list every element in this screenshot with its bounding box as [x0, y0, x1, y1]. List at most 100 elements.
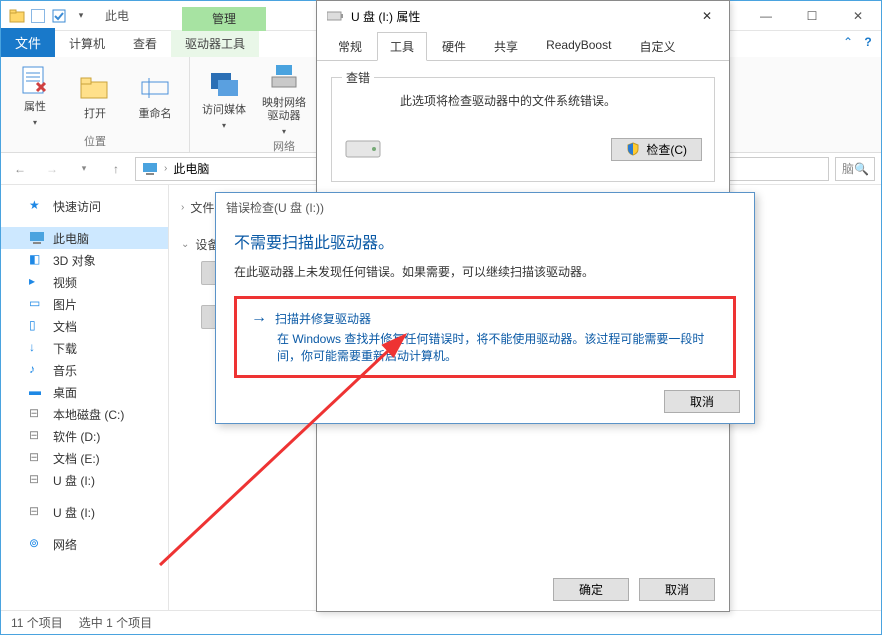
- maximize-button[interactable]: ☐: [789, 1, 835, 31]
- access-media-button[interactable]: 访问媒体 ▾: [200, 68, 248, 130]
- usb-drive-icon: ⊟: [29, 472, 45, 488]
- desktop-icon: ▬: [29, 384, 45, 400]
- nav-network[interactable]: ⊚网络: [1, 533, 168, 555]
- breadcrumb[interactable]: 此电脑: [173, 160, 209, 177]
- checking-description: 此选项将检查驱动器中的文件系统错误。: [400, 92, 702, 109]
- shield-icon: [626, 142, 640, 156]
- nav-pictures[interactable]: ▭图片: [1, 293, 168, 315]
- cancel-button[interactable]: 取消: [639, 578, 715, 601]
- chevron-down-icon: ▾: [222, 121, 226, 130]
- option-description: 在 Windows 查找并修复任何错误时，将不能使用驱动器。该过程可能需要一段时…: [277, 331, 719, 365]
- search-icon: 🔍: [854, 162, 869, 176]
- map-drive-button[interactable]: 映射网络 驱动器 ▾: [260, 61, 308, 136]
- nav-downloads[interactable]: ↓下载: [1, 337, 168, 359]
- tab-sharing[interactable]: 共享: [481, 32, 531, 61]
- cancel-button[interactable]: 取消: [664, 390, 740, 413]
- search-placeholder: 脑: [842, 160, 854, 177]
- chevron-down-icon: ⌄: [181, 239, 189, 250]
- nav-local-disk-c[interactable]: ⊟本地磁盘 (C:): [1, 403, 168, 425]
- chevron-down-icon: ▾: [282, 127, 286, 136]
- error-check-dialog: 错误检查(U 盘 (I:)) 不需要扫描此驱动器。 在此驱动器上未发现任何错误。…: [215, 192, 755, 424]
- window-controls: — ☐ ✕: [743, 1, 881, 31]
- star-icon: ★: [29, 198, 45, 214]
- properties-icon: [19, 65, 51, 97]
- navigation-pane: ★快速访问 此电脑 ◧3D 对象 ▸视频 ▭图片 ▯文档 ↓下载 ♪音乐 ▬桌面…: [1, 185, 169, 610]
- tab-readyboost[interactable]: ReadyBoost: [533, 32, 624, 61]
- drive-icon: [344, 135, 384, 163]
- ok-button[interactable]: 确定: [553, 578, 629, 601]
- tab-computer[interactable]: 计算机: [55, 30, 119, 57]
- drive-icon: ⊟: [29, 406, 45, 422]
- nav-udisk-i[interactable]: ⊟U 盘 (I:): [1, 469, 168, 491]
- qat-down-icon[interactable]: ▾: [73, 8, 89, 24]
- tab-general[interactable]: 常规: [325, 32, 375, 61]
- close-button[interactable]: ✕: [685, 1, 729, 31]
- nav-this-pc[interactable]: 此电脑: [1, 227, 168, 249]
- nav-3d-objects[interactable]: ◧3D 对象: [1, 249, 168, 271]
- cube-icon: ◧: [29, 252, 45, 268]
- up-button[interactable]: ↑: [103, 156, 129, 182]
- downloads-icon: ↓: [29, 340, 45, 356]
- dialog-message: 在此驱动器上未发现任何错误。如果需要，可以继续扫描该驱动器。: [234, 263, 736, 280]
- music-icon: ♪: [29, 362, 45, 378]
- nav-documents[interactable]: ▯文档: [1, 315, 168, 337]
- chevron-right-icon: ›: [181, 202, 184, 213]
- folder-open-icon: [79, 72, 111, 104]
- usb-drive-icon: [327, 10, 343, 22]
- tab-custom[interactable]: 自定义: [626, 32, 688, 61]
- nav-software-d[interactable]: ⊟软件 (D:): [1, 425, 168, 447]
- pc-icon: [29, 230, 45, 246]
- quick-access-toolbar: ▾: [1, 8, 97, 24]
- window-title: 此电: [105, 7, 129, 24]
- tab-tools[interactable]: 工具: [377, 32, 427, 61]
- file-tab[interactable]: 文件: [1, 28, 55, 57]
- scan-repair-option[interactable]: → 扫描并修复驱动器 在 Windows 查找并修复任何错误时，将不能使用驱动器…: [234, 296, 736, 378]
- breadcrumb-chevron-icon[interactable]: ›: [164, 163, 167, 174]
- tab-view[interactable]: 查看: [119, 30, 171, 57]
- dialog-title: U 盘 (I:) 属性: [351, 8, 420, 25]
- back-button[interactable]: ←: [7, 156, 33, 182]
- ribbon-help: ⌃ ?: [839, 35, 877, 49]
- forward-button[interactable]: →: [39, 156, 65, 182]
- explorer-icon: [9, 8, 25, 24]
- dialog-titlebar[interactable]: 错误检查(U 盘 (I:)): [216, 193, 754, 221]
- pc-icon: [142, 161, 158, 177]
- check-button[interactable]: 检查(C): [611, 138, 702, 161]
- dialog-title: 错误检查(U 盘 (I:)): [226, 199, 324, 216]
- dialog-heading: 不需要扫描此驱动器。: [234, 229, 736, 253]
- rename-icon: [139, 72, 171, 104]
- close-button[interactable]: ✕: [835, 1, 881, 31]
- nav-documents-e[interactable]: ⊟文档 (E:): [1, 447, 168, 469]
- status-bar: 11 个项目 选中 1 个项目: [1, 610, 881, 634]
- nav-desktop[interactable]: ▬桌面: [1, 381, 168, 403]
- minimize-button[interactable]: —: [743, 1, 789, 31]
- media-icon: [208, 68, 240, 100]
- tab-drive-tools[interactable]: 驱动器工具: [171, 30, 259, 57]
- dialog-titlebar[interactable]: U 盘 (I:) 属性 ✕: [317, 1, 729, 31]
- map-drive-icon: [268, 61, 300, 93]
- nav-quick-access[interactable]: ★快速访问: [1, 195, 168, 217]
- usb-drive-icon: ⊟: [29, 504, 45, 520]
- group-label: 位置: [84, 131, 106, 152]
- search-input[interactable]: 脑🔍: [835, 157, 875, 181]
- nav-music[interactable]: ♪音乐: [1, 359, 168, 381]
- rename-button[interactable]: 重命名: [131, 72, 179, 121]
- ribbon-context-label: 管理: [182, 7, 266, 31]
- tab-hardware[interactable]: 硬件: [429, 32, 479, 61]
- nav-udisk-i-2[interactable]: ⊟U 盘 (I:): [1, 501, 168, 523]
- drive-icon: ⊟: [29, 428, 45, 444]
- nav-videos[interactable]: ▸视频: [1, 271, 168, 293]
- qat-item[interactable]: [31, 9, 45, 23]
- properties-button[interactable]: 属性 ▾: [11, 65, 59, 127]
- recent-dropdown[interactable]: ▾: [71, 156, 97, 182]
- ribbon-expand-icon[interactable]: ⌃: [839, 35, 857, 49]
- open-button[interactable]: 打开: [71, 72, 119, 121]
- ribbon-group-location: 属性 ▾ 打开 重命名 位置: [1, 57, 190, 152]
- qat-checkbox-icon[interactable]: [51, 8, 67, 24]
- properties-tabs: 常规 工具 硬件 共享 ReadyBoost 自定义: [317, 31, 729, 61]
- network-icon: ⊚: [29, 536, 45, 552]
- dialog-buttons: 确定 取消: [553, 578, 715, 601]
- drive-icon: ⊟: [29, 450, 45, 466]
- group-label: 网络: [273, 136, 295, 157]
- help-icon[interactable]: ?: [859, 35, 877, 49]
